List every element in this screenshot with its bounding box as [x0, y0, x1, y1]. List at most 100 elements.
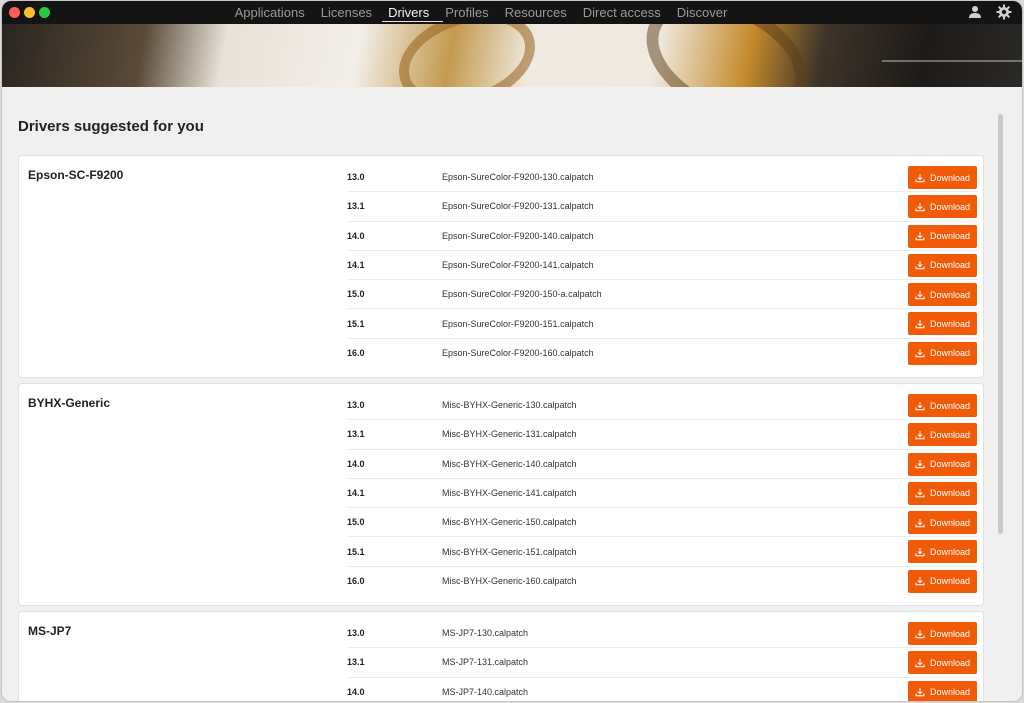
driver-group-card: MS-JP7 13.0 MS-JP7-130.calpatch Download 13…	[18, 611, 984, 701]
download-button[interactable]: Download	[908, 622, 977, 645]
download-icon	[915, 576, 925, 586]
driver-filename: Misc-BYHX-Generic-150.calpatch	[442, 517, 577, 528]
driver-row: 15.1 Epson-SureColor-F9200-151.calpatch Do…	[347, 309, 977, 339]
driver-version: 13.0	[347, 400, 365, 411]
driver-filename: Misc-BYHX-Generic-141.calpatch	[442, 488, 577, 499]
nav-item-applications[interactable]: Applications	[227, 1, 313, 24]
driver-row: 13.1 MS-JP7-131.calpatch Download	[347, 648, 977, 678]
driver-filename: Epson-SureColor-F9200-160.calpatch	[442, 348, 594, 359]
download-button-label: Download	[929, 172, 971, 183]
nav-item-direct-access[interactable]: Direct access	[575, 1, 669, 24]
download-icon	[915, 518, 925, 528]
user-icon[interactable]	[968, 5, 982, 19]
download-icon	[915, 488, 925, 498]
driver-filename: Epson-SureColor-F9200-150-a.calpatch	[442, 289, 602, 300]
download-button[interactable]: Download	[908, 680, 977, 701]
download-icon	[915, 547, 925, 557]
driver-list: 13.0 MS-JP7-130.calpatch Download 13.1 MS-JP…	[347, 619, 977, 701]
download-button-label: Download	[929, 517, 971, 528]
top-navigation-bar: Applications Licenses Drivers Profiles R…	[2, 1, 1022, 24]
download-button[interactable]: Download	[908, 394, 977, 417]
printer-name: Epson-SC-F9200	[28, 168, 124, 182]
driver-filename: MS-JP7-131.calpatch	[442, 657, 529, 668]
driver-filename: Misc-BYHX-Generic-140.calpatch	[442, 458, 577, 469]
driver-version: 13.1	[347, 429, 365, 440]
download-button-label: Download	[929, 459, 971, 470]
download-button-label: Download	[929, 201, 971, 212]
download-button[interactable]: Download	[908, 195, 977, 219]
vertical-scrollbar[interactable]	[998, 114, 1003, 534]
driver-version: 13.1	[347, 201, 365, 212]
download-button[interactable]: Download	[908, 224, 977, 248]
driver-version: 14.0	[347, 230, 365, 241]
nav-item-licenses[interactable]: Licenses	[313, 1, 380, 24]
driver-version: 16.0	[347, 576, 365, 587]
driver-version: 15.0	[347, 289, 365, 300]
page-title: Drivers suggested for you	[18, 118, 204, 135]
download-button-label: Download	[929, 628, 971, 639]
driver-version: 14.0	[347, 687, 365, 698]
download-button-label: Download	[929, 429, 971, 440]
download-button[interactable]: Download	[908, 423, 977, 447]
driver-version: 15.1	[347, 318, 365, 329]
driver-row: 15.1 Misc-BYHX-Generic-151.calpatch Downlo…	[347, 537, 977, 567]
download-icon	[915, 629, 925, 639]
driver-filename: Epson-SureColor-F9200-140.calpatch	[442, 230, 594, 241]
download-button[interactable]: Download	[908, 253, 977, 277]
driver-row: 14.1 Misc-BYHX-Generic-141.calpatch Downlo…	[347, 479, 977, 509]
download-icon	[915, 202, 925, 212]
driver-version: 14.1	[347, 260, 365, 271]
driver-version: 14.0	[347, 458, 365, 469]
driver-filename: MS-JP7-140.calpatch	[442, 687, 529, 698]
driver-version: 14.1	[347, 488, 365, 499]
download-icon	[915, 687, 925, 697]
gear-icon[interactable]	[996, 4, 1012, 20]
driver-filename: Misc-BYHX-Generic-160.calpatch	[442, 576, 577, 587]
download-button[interactable]: Download	[908, 312, 977, 336]
download-button[interactable]: Download	[908, 283, 977, 307]
nav-item-resources[interactable]: Resources	[497, 1, 575, 24]
download-button[interactable]: Download	[908, 651, 977, 675]
header-banner-image	[2, 24, 1022, 87]
download-button[interactable]: Download	[908, 511, 977, 535]
driver-filename: MS-JP7-130.calpatch	[442, 628, 529, 639]
download-button[interactable]: Download	[908, 540, 977, 564]
download-icon	[915, 173, 925, 183]
driver-filename: Epson-SureColor-F9200-130.calpatch	[442, 172, 594, 183]
driver-version: 13.0	[347, 628, 365, 639]
nav-item-discover[interactable]: Discover	[669, 1, 736, 24]
nav-item-profiles[interactable]: Profiles	[437, 1, 496, 24]
drivers-page: Drivers suggested for you Epson-SC-F9200…	[2, 87, 1004, 701]
download-button[interactable]: Download	[908, 481, 977, 505]
download-icon	[915, 260, 925, 270]
download-button-label: Download	[929, 687, 971, 698]
download-button-label: Download	[929, 318, 971, 329]
download-button[interactable]: Download	[908, 166, 977, 189]
download-icon	[915, 319, 925, 329]
main-nav: Applications Licenses Drivers Profiles R…	[2, 1, 1022, 24]
download-button[interactable]: Download	[908, 341, 977, 365]
download-icon	[915, 401, 925, 411]
download-icon	[915, 348, 925, 358]
download-button[interactable]: Download	[908, 452, 977, 476]
driver-filename: Epson-SureColor-F9200-141.calpatch	[442, 260, 594, 271]
nav-item-drivers[interactable]: Drivers	[380, 1, 444, 24]
download-button-label: Download	[929, 488, 971, 499]
driver-row: 14.1 Epson-SureColor-F9200-141.calpatch Do…	[347, 251, 977, 281]
driver-version: 15.0	[347, 517, 365, 528]
driver-version: 13.1	[347, 657, 365, 668]
driver-row: 13.0 Epson-SureColor-F9200-130.calpatch Do…	[347, 163, 977, 193]
driver-row: 14.0 Misc-BYHX-Generic-140.calpatch Downlo…	[347, 450, 977, 479]
driver-row: 15.0 Epson-SureColor-F9200-150-a.calpatch…	[347, 280, 977, 310]
driver-filename: Misc-BYHX-Generic-130.calpatch	[442, 400, 577, 411]
driver-row: 14.0 MS-JP7-140.calpatch Download	[347, 678, 977, 701]
download-button-label: Download	[929, 657, 971, 668]
driver-filename: Misc-BYHX-Generic-131.calpatch	[442, 429, 577, 440]
download-button[interactable]: Download	[908, 569, 977, 593]
download-button-label: Download	[929, 260, 971, 271]
driver-group-card: Epson-SC-F9200 13.0 Epson-SureColor-F9200…	[18, 155, 984, 378]
download-button-label: Download	[929, 576, 971, 587]
driver-list: 13.0 Misc-BYHX-Generic-130.calpatch Downlo…	[347, 391, 977, 596]
driver-row: 13.0 Misc-BYHX-Generic-130.calpatch Downlo…	[347, 391, 977, 421]
download-icon	[915, 459, 925, 469]
